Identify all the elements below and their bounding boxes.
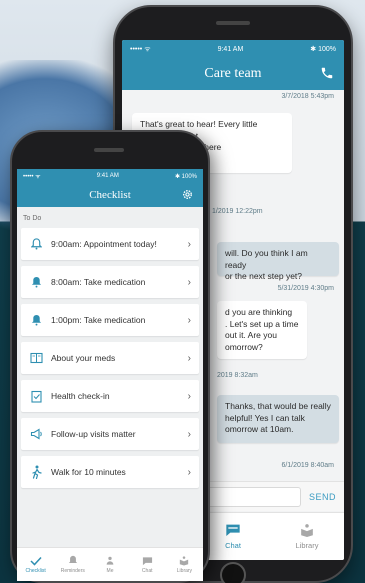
bell-outline-icon xyxy=(29,237,43,251)
person-icon xyxy=(106,556,114,565)
chevron-right-icon: › xyxy=(187,314,191,326)
message-timestamp: 6/1/2019 8:40am xyxy=(281,462,334,469)
item-label: About your meds xyxy=(51,353,116,363)
chat-icon xyxy=(142,556,152,565)
bell-icon xyxy=(68,555,77,563)
checkmark-icon xyxy=(30,556,42,566)
message-bubble-outgoing: will. Do you think I am ready or the nex… xyxy=(217,242,339,281)
checklist-item[interactable]: Walk for 10 minutes › xyxy=(21,456,199,488)
clipboard-icon xyxy=(29,389,43,403)
tab-chat[interactable]: Chat xyxy=(129,548,166,581)
book-icon xyxy=(29,351,43,365)
tab-me[interactable]: Me xyxy=(91,548,128,581)
tab-reminders[interactable]: Reminders xyxy=(54,548,91,581)
tab-label: Chat xyxy=(141,567,153,574)
tab-label: Checklist xyxy=(25,567,46,574)
message-bubble-outgoing: Thanks, that would be really helpful! Ye… xyxy=(217,395,339,443)
home-button xyxy=(220,562,246,583)
chevron-right-icon: › xyxy=(187,238,191,250)
tab-library[interactable]: Library xyxy=(270,513,344,560)
phone-call-icon[interactable] xyxy=(320,65,334,81)
walker-icon xyxy=(29,465,43,479)
bell-icon xyxy=(29,275,43,289)
carrier-signal: ••••• ᯤ xyxy=(23,174,41,180)
tab-label: Library xyxy=(176,568,193,574)
phone-speaker xyxy=(94,148,124,152)
gear-icon[interactable] xyxy=(181,188,194,201)
message-bubble-incoming: d you are thinking . Let's set up a time… xyxy=(217,301,307,359)
checklist-item[interactable]: 8:00am: Take medication › xyxy=(21,266,199,298)
status-bar: ••••• ᯤ 9:41 AM ✱ 100% xyxy=(122,40,344,58)
tab-label: Chat xyxy=(225,541,241,550)
tab-label: Reminders xyxy=(60,568,85,574)
chevron-right-icon: › xyxy=(187,390,191,402)
checklist-phone: ••••• ᯤ 9:41 AM ✱ 100% Checklist To Do 9… xyxy=(10,130,210,583)
send-button[interactable]: SEND xyxy=(309,492,336,502)
tab-label: Library xyxy=(295,541,319,550)
chevron-right-icon: › xyxy=(187,428,191,440)
item-label: Health check-in xyxy=(51,391,110,401)
library-icon xyxy=(301,524,313,537)
item-label: 1:00pm: Take medication xyxy=(51,315,146,325)
bell-icon xyxy=(29,313,43,327)
checklist-item[interactable]: About your meds › xyxy=(21,342,199,374)
checklist-item[interactable]: 9:00am: Appointment today! › xyxy=(21,228,199,260)
chevron-right-icon: › xyxy=(187,466,191,478)
message-timestamp: 3/7/2018 5:43pm xyxy=(281,93,334,100)
carrier-signal: ••••• ᯤ xyxy=(130,45,151,53)
tab-library[interactable]: Library xyxy=(166,548,203,581)
section-heading: To Do xyxy=(23,215,42,222)
checklist-screen: ••••• ᯤ 9:41 AM ✱ 100% Checklist To Do 9… xyxy=(17,169,203,581)
message-timestamp: 1/2019 12:22pm xyxy=(212,208,263,215)
message-timestamp: 2019 8:32am xyxy=(217,372,258,379)
chat-header: Care team xyxy=(122,58,344,90)
status-time: 9:41 AM xyxy=(217,45,244,53)
checklist-item[interactable]: Health check-in › xyxy=(21,380,199,412)
page-title: Checklist xyxy=(89,189,131,201)
checklist-item[interactable]: 1:00pm: Take medication › xyxy=(21,304,199,336)
battery-indicator: ✱ 100% xyxy=(310,46,336,53)
item-label: 8:00am: Take medication xyxy=(51,277,146,287)
chevron-right-icon: › xyxy=(187,276,191,288)
item-label: 9:00am: Appointment today! xyxy=(51,239,157,249)
checklist-header: Checklist xyxy=(17,183,203,207)
battery-indicator: ✱ 100% xyxy=(174,173,197,180)
checklist-item[interactable]: Follow-up visits matter › xyxy=(21,418,199,450)
message-timestamp: 5/31/2019 4:30pm xyxy=(277,285,334,292)
tab-label: Me xyxy=(106,568,114,574)
library-icon xyxy=(180,556,189,566)
chat-icon xyxy=(226,524,240,536)
tab-checklist[interactable]: Checklist xyxy=(17,548,54,581)
item-label: Walk for 10 minutes xyxy=(51,467,126,477)
status-bar: ••••• ᯤ 9:41 AM ✱ 100% xyxy=(17,169,203,183)
status-time: 9:41 AM xyxy=(96,173,119,179)
megaphone-icon xyxy=(29,427,43,441)
tab-bar: Checklist Reminders Me Chat Library xyxy=(17,547,203,581)
chevron-right-icon: › xyxy=(187,352,191,364)
page-title: Care team xyxy=(204,66,262,81)
phone-speaker xyxy=(216,21,250,25)
item-label: Follow-up visits matter xyxy=(51,429,136,439)
